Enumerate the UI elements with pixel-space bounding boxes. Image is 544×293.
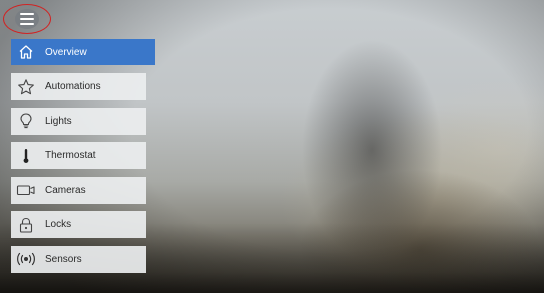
side-navigation: Overview Automations Lights Thermostat C…: [11, 39, 155, 280]
home-control-screen: Overview Automations Lights Thermostat C…: [0, 0, 544, 293]
nav-item-cameras[interactable]: Cameras: [11, 176, 146, 204]
nav-item-label: Locks: [45, 219, 72, 230]
nav-item-label: Sensors: [45, 253, 82, 265]
nav-item-automations[interactable]: Automations: [11, 73, 146, 100]
lightbulb-icon: [15, 110, 37, 132]
nav-item-label: Lights: [45, 115, 72, 127]
nav-item-sensors[interactable]: Sensors: [11, 245, 146, 273]
hamburger-menu-button[interactable]: [3, 4, 51, 34]
nav-item-locks[interactable]: Locks: [11, 211, 146, 238]
nav-item-label: Thermostat: [45, 150, 96, 161]
hamburger-menu-icon: [15, 9, 39, 29]
nav-item-lights[interactable]: Lights: [11, 107, 146, 135]
lock-icon: [15, 214, 37, 236]
nav-item-label: Overview: [45, 46, 87, 58]
home-icon: [15, 41, 37, 63]
sensor-icon: [15, 248, 37, 270]
thermometer-icon: [15, 145, 37, 167]
nav-item-thermostat[interactable]: Thermostat: [11, 142, 146, 169]
star-icon: [15, 76, 37, 98]
nav-item-label: Automations: [45, 81, 101, 92]
nav-item-label: Cameras: [45, 184, 86, 196]
camera-icon: [15, 179, 37, 201]
nav-item-overview[interactable]: Overview: [11, 39, 155, 65]
